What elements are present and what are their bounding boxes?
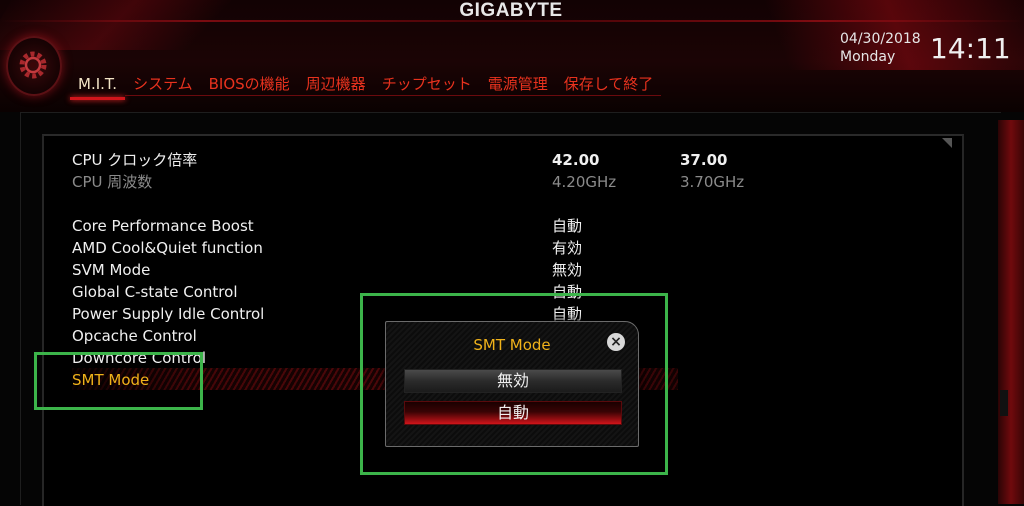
gear-icon xyxy=(19,51,47,79)
tab-system[interactable]: システム xyxy=(125,72,201,98)
tab-bios-features[interactable]: BIOSの機能 xyxy=(200,72,298,98)
tab-peripherals-label: 周辺機器 xyxy=(305,75,366,93)
right-decoration xyxy=(998,120,1024,504)
tab-bios-label: BIOSの機能 xyxy=(208,75,290,93)
setting-cool-quiet[interactable]: AMD Cool&Quiet function xyxy=(72,238,263,258)
tab-chipset[interactable]: チップセット xyxy=(373,72,480,98)
cpu-freq-value-2: 3.70GHz xyxy=(680,173,745,191)
setting-value[interactable]: 無効 xyxy=(552,260,582,280)
cpu-ratio-value-2: 37.00 xyxy=(680,151,728,169)
cpu-freq-value: 4.20GHz xyxy=(552,173,617,191)
setting-core-performance-boost[interactable]: Core Performance Boost xyxy=(72,216,254,236)
setting-value[interactable]: 自動 xyxy=(552,216,582,236)
tab-chipset-label: チップセット xyxy=(381,75,472,93)
panel-corner-marker xyxy=(942,138,952,148)
annotation-box-dialog xyxy=(360,293,668,475)
setting-value[interactable]: 有効 xyxy=(552,238,582,258)
weekday-text: Monday xyxy=(840,49,896,65)
tab-power-label: 電源管理 xyxy=(487,75,548,93)
tab-save-exit[interactable]: 保存して終了 xyxy=(555,72,662,98)
clock-display: 14:11 xyxy=(930,32,1011,65)
tab-power[interactable]: 電源管理 xyxy=(479,72,556,98)
date-display: 04/30/2018 Monday xyxy=(840,30,921,66)
annotation-box-smt-label xyxy=(34,352,203,410)
tab-mit[interactable]: M.I.T. xyxy=(70,72,126,100)
cpu-ratio-label: CPU クロック倍率 xyxy=(72,151,198,169)
tab-peripherals[interactable]: 周辺機器 xyxy=(297,72,374,98)
main-tabs: M.I.T. システム BIOSの機能 周辺機器 チップセット 電源管理 保存し… xyxy=(70,72,662,102)
settings-gear-button[interactable] xyxy=(6,36,62,96)
setting-global-cstate[interactable]: Global C-state Control xyxy=(72,282,238,302)
cpu-freq-label: CPU 周波数 xyxy=(72,173,153,191)
setting-power-supply-idle[interactable]: Power Supply Idle Control xyxy=(72,304,264,324)
tab-save-exit-label: 保存して終了 xyxy=(563,75,654,93)
tab-system-label: システム xyxy=(133,75,193,93)
date-text: 04/30/2018 xyxy=(840,31,921,47)
brand-logo: GIGABYTE xyxy=(459,0,563,21)
setting-opcache[interactable]: Opcache Control xyxy=(72,326,197,346)
cpu-ratio-value: 42.00 xyxy=(552,151,600,169)
setting-svm-mode[interactable]: SVM Mode xyxy=(72,260,150,280)
